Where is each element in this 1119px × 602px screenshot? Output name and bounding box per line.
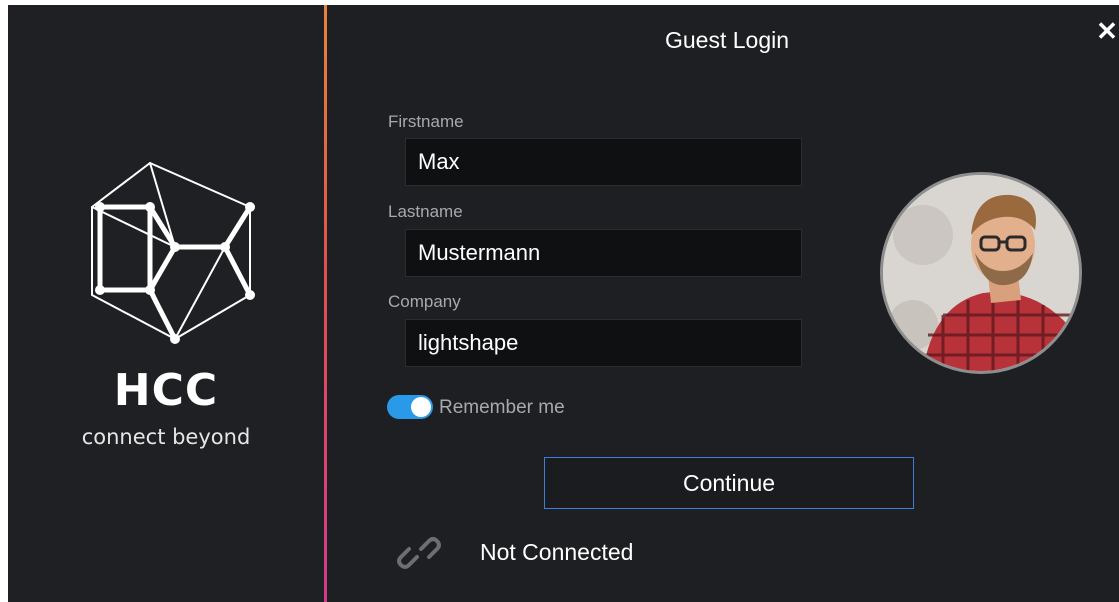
company-label: Company xyxy=(388,292,461,311)
brand-tagline: connect beyond xyxy=(81,425,251,449)
continue-button[interactable]: Continue xyxy=(544,457,914,509)
hcc-logo-icon xyxy=(91,162,255,344)
link-icon xyxy=(397,537,441,569)
avatar[interactable] xyxy=(880,172,1082,374)
close-icon: ✕ xyxy=(1096,16,1118,46)
company-field[interactable] xyxy=(405,319,802,367)
lastname-field[interactable] xyxy=(405,229,802,277)
brand-name: HCC xyxy=(113,365,219,416)
remember-me-label: Remember me xyxy=(439,397,565,418)
remember-me-toggle[interactable] xyxy=(387,395,433,419)
toggle-knob xyxy=(411,397,431,417)
firstname-field[interactable] xyxy=(405,138,802,186)
firstname-label: Firstname xyxy=(388,112,464,131)
close-button[interactable]: ✕ xyxy=(1093,17,1119,45)
connection-status: Not Connected xyxy=(480,539,634,565)
user-photo-icon xyxy=(883,175,1079,371)
lastname-label: Lastname xyxy=(388,202,463,221)
guest-login-window: HCC connect beyond Guest Login ✕ Firstna… xyxy=(8,5,1119,602)
brand-panel: HCC connect beyond xyxy=(8,5,324,602)
dialog-title: Guest Login xyxy=(664,27,790,53)
login-form-panel: Guest Login ✕ Firstname Lastname Company xyxy=(327,5,1119,602)
